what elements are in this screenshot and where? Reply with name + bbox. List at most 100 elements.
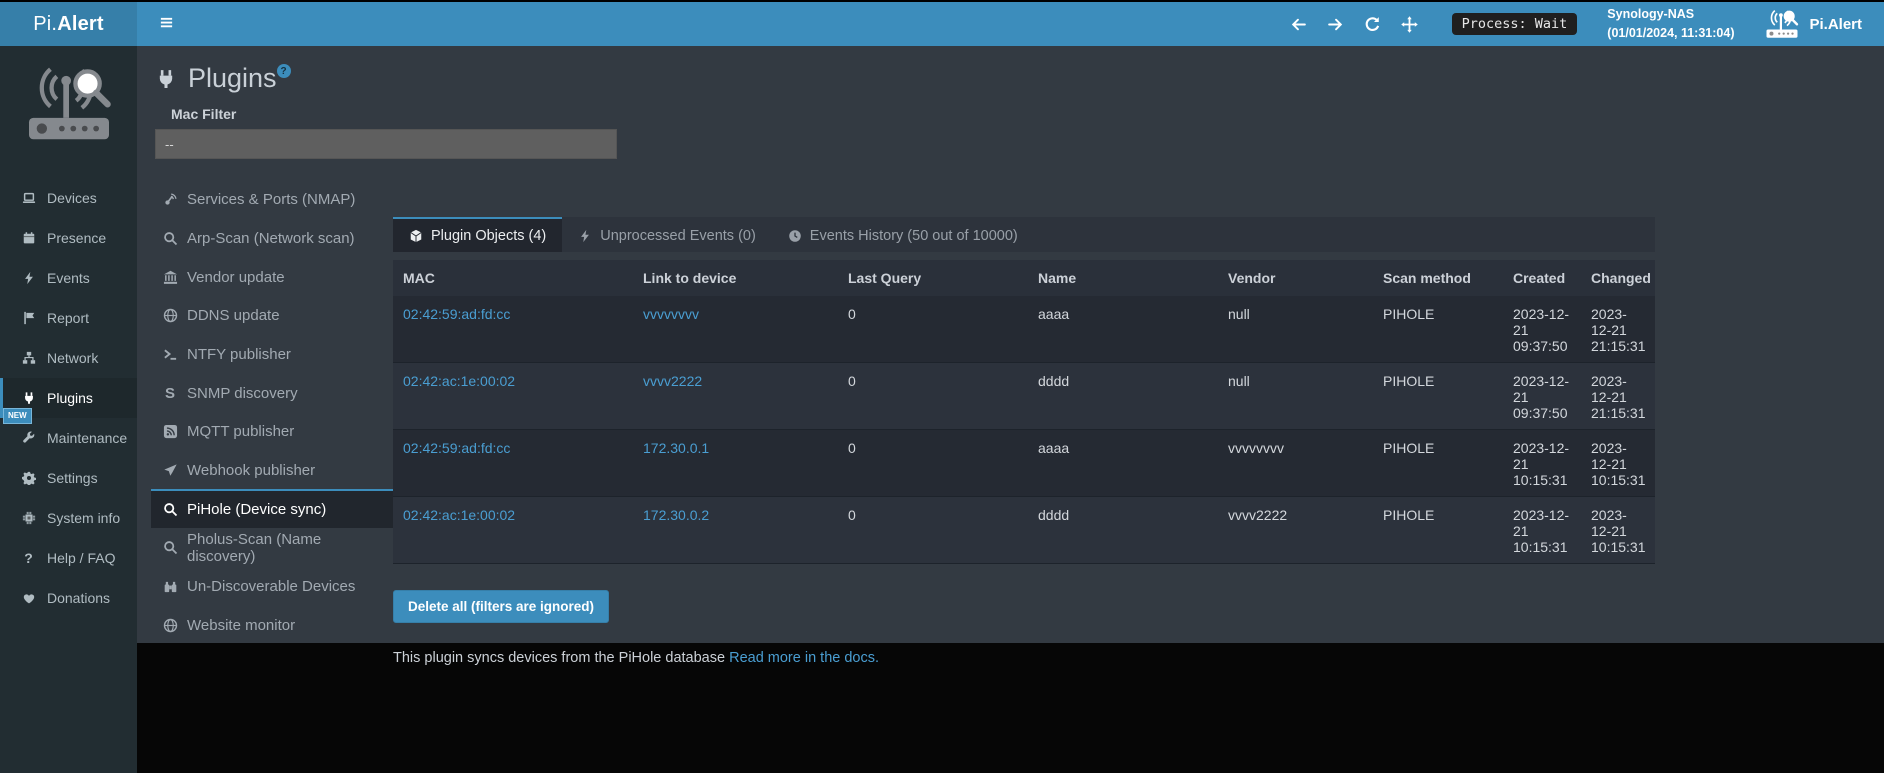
- cell-name: aaaa: [1028, 430, 1218, 497]
- table-row: 02:42:59:ad:fd:cc172.30.0.10aaaavvvvvvvv…: [393, 430, 1655, 497]
- mac-link[interactable]: 02:42:59:ad:fd:cc: [403, 306, 510, 322]
- host-name: Synology-NAS: [1607, 5, 1734, 24]
- satellite-dish-icon: [161, 192, 179, 207]
- brand-logo[interactable]: Pi.Alert: [0, 2, 137, 46]
- page-header: Plugins ?: [137, 46, 1884, 94]
- tab-label: Unprocessed Events (0): [600, 228, 756, 244]
- mac-filter-input[interactable]: [155, 129, 617, 159]
- wrench-icon: [20, 431, 37, 445]
- read-more-link[interactable]: Read more in the docs.: [729, 650, 879, 666]
- sidebar-item-donations[interactable]: Donations: [0, 578, 137, 618]
- sidebar-item-presence[interactable]: Presence: [0, 218, 137, 258]
- plugin-item-webhook-publisher[interactable]: Webhook publisher: [151, 450, 393, 489]
- arrow-left-icon: [1290, 16, 1307, 33]
- plugin-item-ddns-update[interactable]: DDNS update: [151, 295, 393, 334]
- calendar-icon: [20, 231, 37, 245]
- cell-scan-method: PIHOLE: [1373, 430, 1503, 497]
- clock-icon: [788, 229, 802, 243]
- cell-link: vvvvvvvv: [633, 296, 838, 363]
- fullscreen-button[interactable]: [1398, 12, 1422, 36]
- table-row: 02:42:ac:1e:00:02172.30.0.20ddddvvvv2222…: [393, 497, 1655, 564]
- device-link[interactable]: 172.30.0.2: [643, 507, 709, 523]
- plugin-item-pihole-device-sync[interactable]: PiHole (Device sync): [151, 489, 393, 528]
- cell-name: aaaa: [1028, 296, 1218, 363]
- plugin-item-website-monitor[interactable]: Website monitor: [151, 605, 393, 644]
- flag-icon: [20, 311, 37, 325]
- sidebar-item-help-faq[interactable]: ?Help / FAQ: [0, 538, 137, 578]
- sidebar-item-report[interactable]: Report: [0, 298, 137, 338]
- plugin-item-label: NTFY publisher: [187, 346, 291, 363]
- hamburger-icon: [159, 15, 174, 30]
- plugin-item-pholus-scan-name-discovery[interactable]: Pholus-Scan (Name discovery): [151, 528, 393, 567]
- column-header-created: Created: [1503, 260, 1581, 296]
- cell-mac: 02:42:ac:1e:00:02: [393, 497, 633, 564]
- column-header-vendor: Vendor: [1218, 260, 1373, 296]
- search-icon: [161, 502, 179, 517]
- cell-scan-method: PIHOLE: [1373, 497, 1503, 564]
- mac-link[interactable]: 02:42:59:ad:fd:cc: [403, 440, 510, 456]
- menu-toggle-button[interactable]: [151, 9, 182, 40]
- sidebar-item-label: Report: [47, 310, 89, 326]
- bank-icon: [161, 270, 179, 285]
- plugin-item-ntfy-publisher[interactable]: NTFY publisher: [151, 334, 393, 373]
- sidebar-item-network[interactable]: Network: [0, 338, 137, 378]
- globe-icon: [161, 308, 179, 323]
- plugin-item-label: DDNS update: [187, 307, 280, 324]
- cell-scan-method: PIHOLE: [1373, 296, 1503, 363]
- tab-unprocessed-events[interactable]: Unprocessed Events (0): [562, 217, 772, 252]
- heart-icon: [20, 591, 37, 605]
- cell-changed: 2023-12-21 21:15:31: [1581, 296, 1655, 363]
- cell-last-query: 0: [838, 430, 1028, 497]
- device-link[interactable]: vvvv2222: [643, 373, 702, 389]
- host-info: Synology-NAS (01/01/2024, 11:31:04): [1607, 5, 1734, 44]
- mac-link[interactable]: 02:42:ac:1e:00:02: [403, 373, 515, 389]
- mac-filter-label: Mac Filter: [171, 106, 1884, 122]
- plugin-item-arp-scan-network-scan[interactable]: Arp-Scan (Network scan): [151, 218, 393, 257]
- cell-name: dddd: [1028, 497, 1218, 564]
- refresh-icon: [1364, 16, 1381, 33]
- delete-all-button[interactable]: Delete all (filters are ignored): [393, 590, 609, 623]
- plugin-nav: Services & Ports (NMAP)Arp-Scan (Network…: [151, 175, 393, 666]
- cell-last-query: 0: [838, 296, 1028, 363]
- cell-last-query: 0: [838, 363, 1028, 430]
- sidebar-item-label: Maintenance: [47, 430, 127, 446]
- cell-changed: 2023-12-21 10:15:31: [1581, 497, 1655, 564]
- cube-icon: [409, 229, 423, 243]
- plugin-list: Services & Ports (NMAP)Arp-Scan (Network…: [151, 179, 393, 643]
- binoculars-icon: [161, 579, 179, 594]
- help-badge[interactable]: ?: [277, 64, 291, 78]
- sidebar-item-system-info[interactable]: System info: [0, 498, 137, 538]
- column-header-changed: Changed: [1581, 260, 1655, 296]
- plug-icon: [155, 68, 177, 90]
- plugin-item-services-ports-nmap[interactable]: Services & Ports (NMAP): [151, 179, 393, 218]
- mac-filter-block: Mac Filter: [155, 106, 1884, 159]
- column-header-link-to-device: Link to device: [633, 260, 838, 296]
- stripe-s-icon: S: [161, 385, 179, 402]
- cell-last-query: 0: [838, 497, 1028, 564]
- sidebar-item-devices[interactable]: Devices: [0, 178, 137, 218]
- plugin-item-vendor-update[interactable]: Vendor update: [151, 257, 393, 296]
- device-link[interactable]: vvvvvvvv: [643, 306, 699, 322]
- sidebar-item-settings[interactable]: Settings: [0, 458, 137, 498]
- plugin-item-un-discoverable-devices[interactable]: Un-Discoverable Devices: [151, 566, 393, 605]
- sidebar-item-label: Network: [47, 350, 98, 366]
- tab-plugin-objects[interactable]: Plugin Objects (4): [393, 217, 562, 252]
- question-icon: ?: [20, 550, 37, 566]
- plugin-item-label: Pholus-Scan (Name discovery): [187, 531, 393, 565]
- cell-vendor: null: [1218, 296, 1373, 363]
- sidebar-item-events[interactable]: Events: [0, 258, 137, 298]
- back-button[interactable]: [1287, 12, 1311, 36]
- plugin-item-snmp-discovery[interactable]: SSNMP discovery: [151, 373, 393, 412]
- device-link[interactable]: 172.30.0.1: [643, 440, 709, 456]
- plugin-item-label: Un-Discoverable Devices: [187, 578, 355, 595]
- refresh-button[interactable]: [1361, 12, 1385, 36]
- cell-mac: 02:42:ac:1e:00:02: [393, 363, 633, 430]
- forward-button[interactable]: [1324, 12, 1348, 36]
- mac-link[interactable]: 02:42:ac:1e:00:02: [403, 507, 515, 523]
- plugin-item-mqtt-publisher[interactable]: MQTT publisher: [151, 412, 393, 451]
- cell-created: 2023-12-21 09:37:50: [1503, 363, 1581, 430]
- table-row: 02:42:59:ad:fd:cc vvvvvvvv 0aaaanullPIHOLE…: [393, 296, 1655, 363]
- cell-link: vvvv2222: [633, 363, 838, 430]
- tab-events-history[interactable]: Events History (50 out of 10000): [772, 217, 1034, 252]
- sidebar-item-maintenance[interactable]: MaintenanceNEW: [0, 418, 137, 458]
